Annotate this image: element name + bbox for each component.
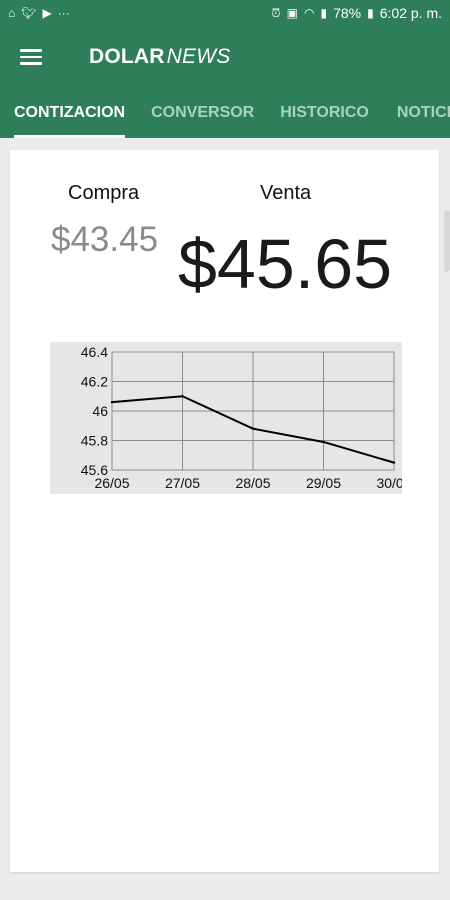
tab-conversor[interactable]: CONVERSOR (151, 88, 254, 138)
tab-noticias[interactable]: NOTICIA (397, 88, 450, 138)
quote-card: Compra $43.45 Venta $45.65 46.4 46.2 46 45.… (10, 150, 439, 872)
home-icon: ⌂ (8, 6, 16, 20)
tab-bar: CONTIZACION CONVERSOR HISTORICO NOTICIA (0, 88, 450, 138)
youtube-icon: ▶ (42, 6, 52, 20)
x-tick-label: 29/05 (306, 475, 341, 491)
sell-label: Venta (260, 182, 312, 204)
more-notifications-icon: ··· (57, 6, 70, 20)
status-right-icons: ⏰︎ ▣ ◠ ▮ 78% ▮ 6:02 p. m. (271, 5, 442, 21)
nfc-icon: ▣ (286, 6, 298, 20)
data-point (110, 400, 114, 404)
scroll-handle[interactable] (444, 210, 450, 272)
tab-historico[interactable]: HISTORICO (280, 88, 369, 138)
data-point (392, 461, 396, 464)
app-logo: DOLAR NEWS (89, 45, 230, 69)
tab-contizacion[interactable]: CONTIZACION (14, 88, 126, 138)
app-bar: DOLAR NEWS (0, 26, 450, 88)
battery-icon: ▮ (367, 6, 374, 20)
twitter-icon: 🐦︎ (21, 6, 37, 20)
signal-icon: ▮ (320, 6, 328, 20)
y-tick-label: 46.4 (81, 344, 108, 360)
battery-percent: 78% (333, 5, 362, 21)
data-point (251, 427, 255, 430)
y-tick-label: 46.2 (81, 374, 108, 390)
data-point (181, 395, 184, 398)
buy-label: Compra (68, 182, 140, 204)
clock: 6:02 p. m. (379, 5, 442, 21)
buy-value: $43.45 (51, 220, 159, 259)
hamburger-menu-icon[interactable] (20, 45, 44, 69)
status-bar: ⌂ 🐦︎ ▶ ··· ⏰︎ ▣ ◠ ▮ 78% ▮ 6:02 p. m. (0, 0, 450, 26)
sell-value: $45.65 (178, 225, 393, 303)
data-point (322, 440, 325, 444)
x-tick-label: 27/05 (165, 475, 200, 491)
brand-bold: DOLAR (89, 45, 165, 68)
y-tick-label: 45.8 (81, 433, 108, 449)
x-tick-label: 28/05 (235, 475, 270, 491)
x-tick-label: 26/05 (94, 475, 129, 491)
price-chart: 46.4 46.2 46 45.8 45.6 26/05 27/05 28/05 29/05 30… (50, 342, 402, 494)
status-left-icons: ⌂ 🐦︎ ▶ ··· (8, 7, 70, 19)
brand-italic: NEWS (166, 45, 231, 68)
x-tick-label: 30/05 (376, 475, 402, 491)
wifi-icon: ◠ (304, 6, 315, 20)
y-tick-label: 46 (92, 403, 108, 419)
alarm-icon: ⏰︎ (271, 6, 281, 20)
price-chart-svg: 46.446.24645.845.626/05 27/05 28/05 29/05 30… (81, 344, 402, 491)
